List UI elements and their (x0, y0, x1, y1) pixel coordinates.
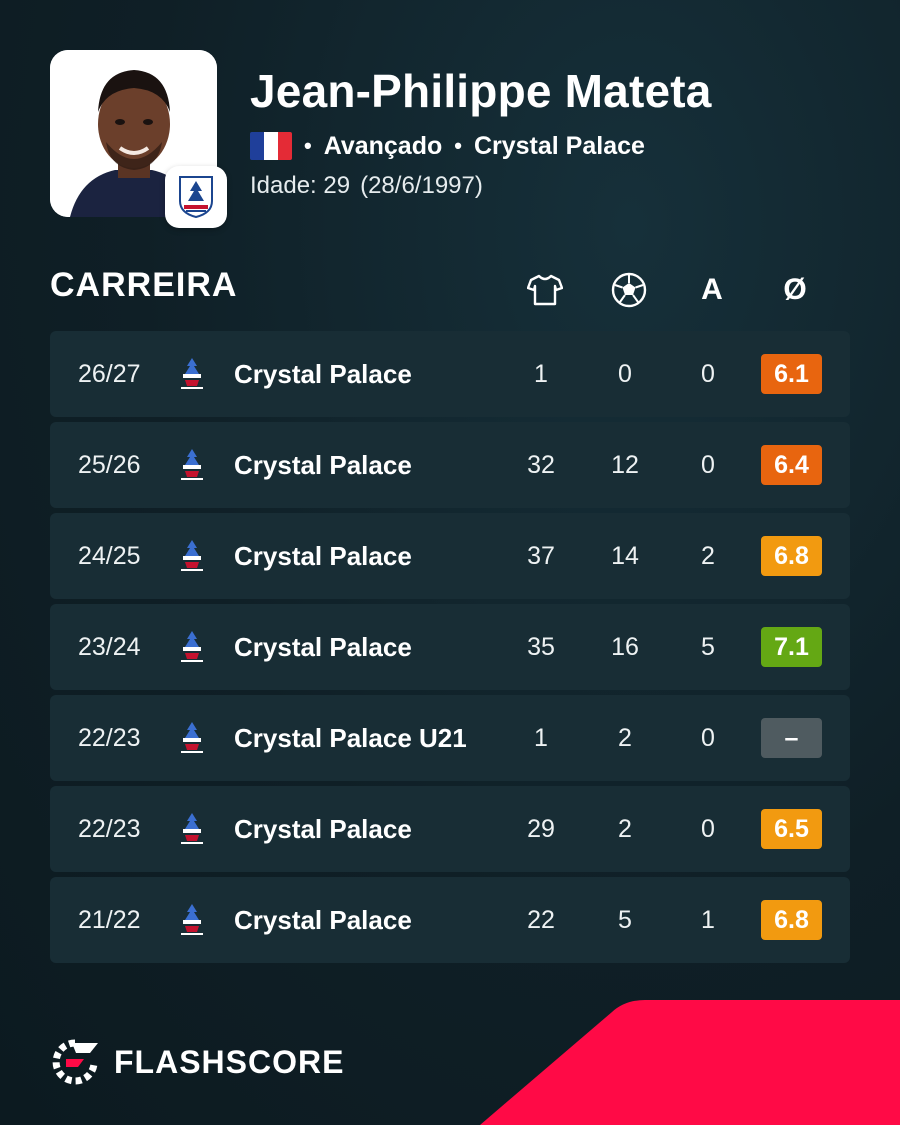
rating-column-header: Ø (783, 273, 807, 306)
team-name: Crystal Palace (234, 904, 412, 935)
separator-dot: • (304, 133, 312, 158)
goals-value: 12 (611, 450, 639, 479)
rating-badge: 6.8 (761, 900, 822, 940)
crystal-palace-crest-icon (176, 877, 208, 963)
season: 21/22 (78, 905, 141, 934)
assists-column-header: A (701, 273, 723, 306)
team-name: Crystal Palace (234, 358, 412, 389)
crystal-palace-crest-icon (176, 604, 208, 690)
jersey-icon (515, 268, 575, 312)
appearances-value: 37 (527, 541, 555, 570)
goals-value: 16 (611, 632, 639, 661)
appearances-value: 32 (527, 450, 555, 479)
rating-badge: 6.1 (761, 354, 822, 394)
player-meta: • Avançado • Crystal Palace (250, 130, 645, 162)
appearances-value: 29 (527, 814, 555, 843)
appearances-value: 1 (534, 359, 548, 388)
club-badge (165, 166, 227, 228)
team-name: Crystal Palace (234, 449, 412, 480)
appearances-value: 22 (527, 905, 555, 934)
season: 23/24 (78, 632, 141, 661)
career-row[interactable]: 22/23 Crystal Palace U21 1 2 0 – (50, 695, 850, 781)
player-age: Idade: 29 (28/6/1997) (250, 172, 483, 200)
career-row[interactable]: 22/23 Crystal Palace 29 2 0 6.5 (50, 786, 850, 872)
career-row[interactable]: 25/26 Crystal Palace 32 12 0 6.4 (50, 422, 850, 508)
rating-badge: 6.8 (761, 536, 822, 576)
crystal-palace-crest-icon (176, 422, 208, 508)
brand-name: FLASHSCORE (114, 1043, 345, 1080)
goals-value: 0 (618, 359, 632, 388)
career-table: 26/27 Crystal Palace 1 0 0 6.1 25/26 Cry… (50, 331, 850, 968)
crystal-palace-crest-icon (179, 176, 213, 219)
flashscore-logo-icon (52, 1039, 98, 1085)
rating-badge: 6.5 (761, 809, 822, 849)
player-name: Jean-Philippe Mateta (250, 65, 712, 117)
assists-value: 1 (701, 905, 715, 934)
separator-dot: • (454, 133, 462, 158)
crystal-palace-crest-icon (176, 513, 208, 599)
season: 22/23 (78, 814, 141, 843)
rating-badge: 6.4 (761, 445, 822, 485)
team-name: Crystal Palace (234, 540, 412, 571)
birth-date: (28/6/1997) (360, 172, 483, 199)
section-title: CARREIRA (50, 266, 238, 304)
crystal-palace-crest-icon (176, 331, 208, 417)
goals-value: 5 (618, 905, 632, 934)
rating-badge: 7.1 (761, 627, 822, 667)
goals-value: 2 (618, 814, 632, 843)
player-club: Crystal Palace (473, 131, 645, 160)
football-icon (599, 268, 659, 312)
crystal-palace-crest-icon (176, 695, 208, 781)
flashscore-logo: FLASHSCORE (50, 1038, 344, 1086)
crystal-palace-crest-icon (176, 786, 208, 872)
assists-value: 5 (701, 632, 715, 661)
assists-value: 0 (701, 814, 715, 843)
career-row[interactable]: 26/27 Crystal Palace 1 0 0 6.1 (50, 331, 850, 417)
assists-value: 2 (701, 541, 715, 570)
career-row[interactable]: 24/25 Crystal Palace 37 14 2 6.8 (50, 513, 850, 599)
age-label: Idade: 29 (250, 172, 351, 199)
season: 22/23 (78, 723, 141, 752)
assists-value: 0 (701, 450, 715, 479)
assists-value: 0 (701, 723, 715, 752)
team-name: Crystal Palace U21 (234, 722, 467, 753)
team-name: Crystal Palace (234, 631, 412, 662)
goals-value: 2 (618, 723, 632, 752)
career-row[interactable]: 23/24 Crystal Palace 35 16 5 7.1 (50, 604, 850, 690)
season: 24/25 (78, 541, 141, 570)
player-position: Avançado (323, 131, 443, 160)
appearances-value: 35 (527, 632, 555, 661)
season: 26/27 (78, 359, 141, 388)
rating-badge: – (761, 718, 822, 758)
assists-value: 0 (701, 359, 715, 388)
appearances-value: 1 (534, 723, 548, 752)
goals-value: 14 (611, 541, 639, 570)
team-name: Crystal Palace (234, 813, 412, 844)
france-flag-icon (250, 132, 292, 160)
season: 25/26 (78, 450, 141, 479)
career-row[interactable]: 21/22 Crystal Palace 22 5 1 6.8 (50, 877, 850, 963)
